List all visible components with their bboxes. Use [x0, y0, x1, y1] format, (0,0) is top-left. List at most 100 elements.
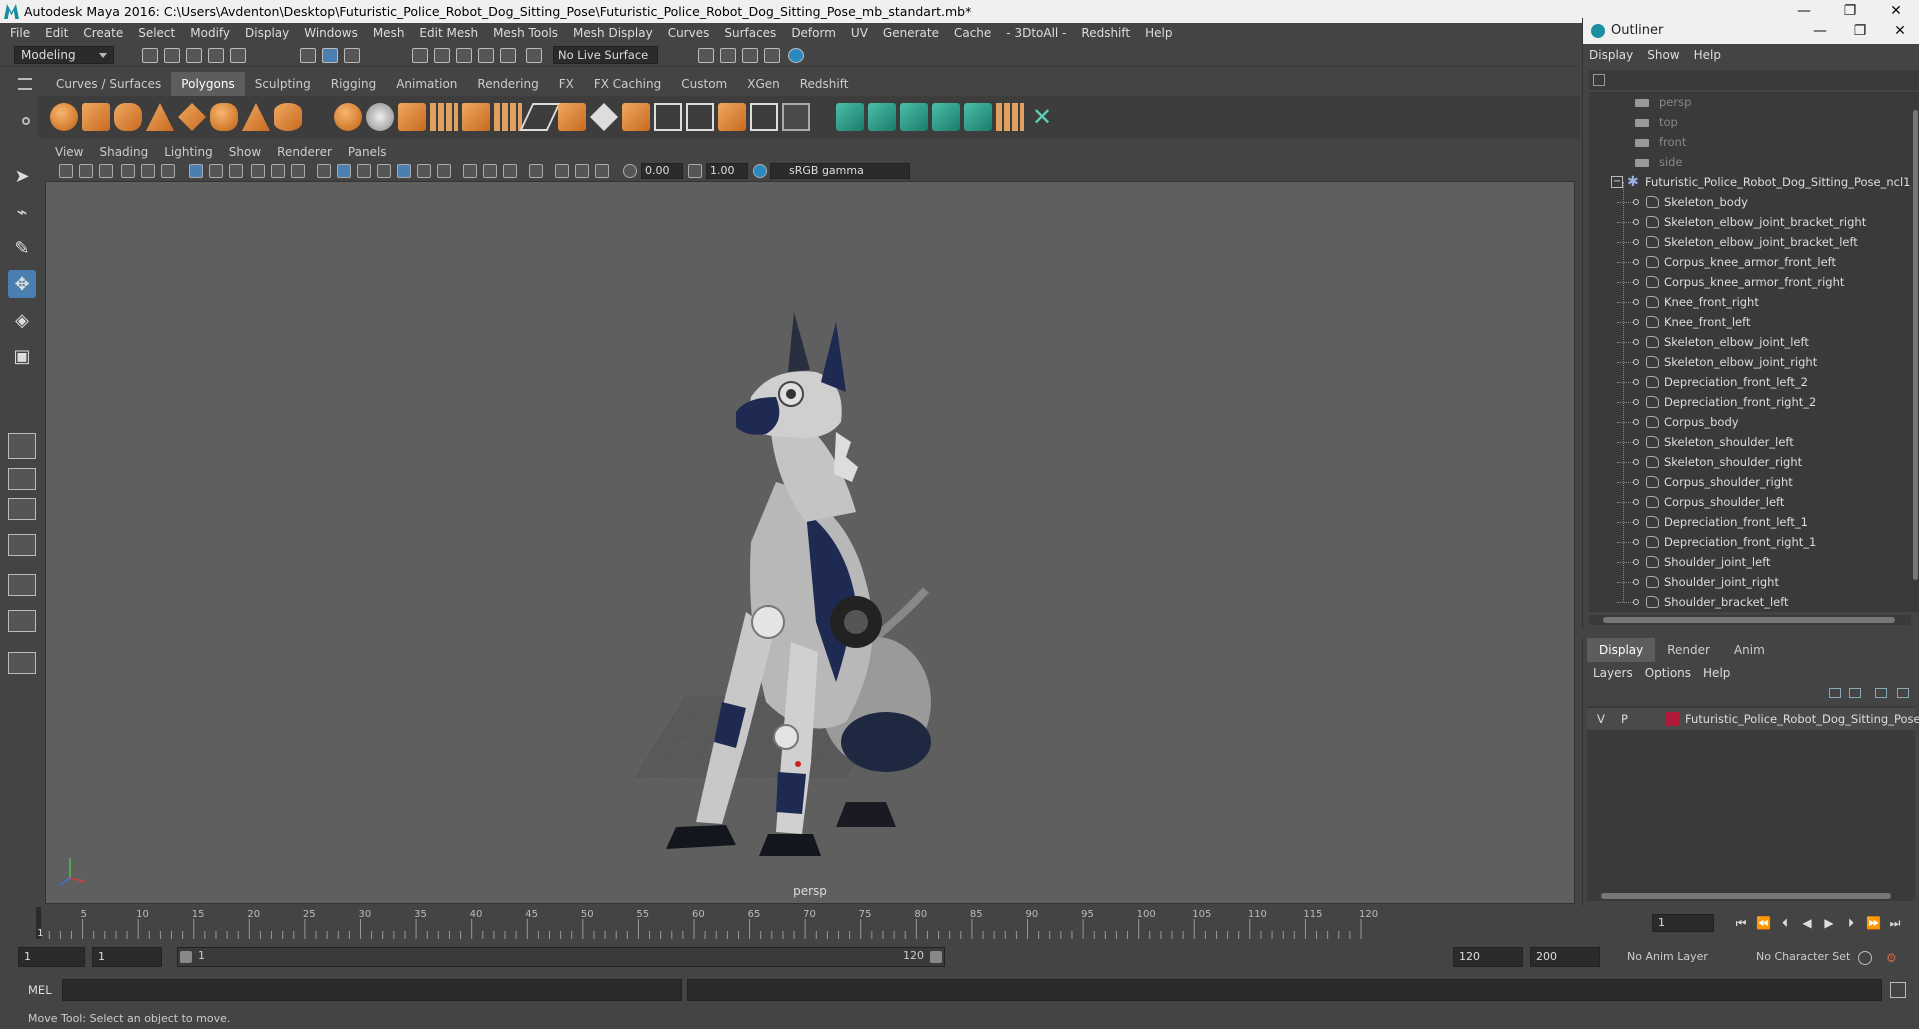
poly-cube-icon[interactable] — [82, 103, 110, 131]
grease-pencil-icon[interactable] — [161, 164, 175, 178]
poly-pyramid-icon[interactable] — [242, 103, 270, 131]
animation-start-field[interactable]: 1 — [18, 947, 85, 967]
shelf-tab-fx[interactable]: FX — [549, 72, 584, 96]
xray-components-icon[interactable] — [575, 164, 589, 178]
menu-display[interactable]: Display — [245, 26, 289, 40]
poly-sphere-icon[interactable] — [50, 103, 78, 131]
menu-deform[interactable]: Deform — [791, 26, 836, 40]
poly-pipe-icon[interactable] — [274, 103, 302, 131]
gamma-icon[interactable] — [688, 164, 702, 178]
shelf-tab-custom[interactable]: Custom — [671, 72, 737, 96]
fill-hole-icon[interactable] — [622, 103, 650, 131]
ambient-occlusion-icon[interactable] — [463, 164, 477, 178]
menu-mesh-tools[interactable]: Mesh Tools — [493, 26, 558, 40]
render-settings-icon[interactable] — [764, 48, 780, 63]
menu-curves[interactable]: Curves — [668, 26, 710, 40]
grid-toggle-icon[interactable] — [189, 164, 203, 178]
menu-modify[interactable]: Modify — [190, 26, 230, 40]
new-empty-layer-icon[interactable] — [1875, 688, 1887, 698]
merge-icon[interactable] — [590, 103, 618, 131]
live-surface-field[interactable]: No Live Surface — [553, 46, 658, 64]
outliner-vertical-scrollbar[interactable] — [1911, 92, 1919, 612]
new-scene-icon[interactable] — [142, 48, 158, 63]
view-transform-dropdown[interactable]: sRGB gamma — [770, 163, 910, 179]
shelf-settings-icon[interactable] — [22, 117, 30, 125]
menu-generate[interactable]: Generate — [883, 26, 939, 40]
smooth-shade-icon[interactable] — [337, 164, 351, 178]
panel-menu-lighting[interactable]: Lighting — [164, 143, 213, 161]
collapse-toggle-icon[interactable]: − — [1611, 176, 1623, 188]
menu-edit-mesh[interactable]: Edit Mesh — [419, 26, 478, 40]
outliner-item[interactable]: Corpus_knee_armor_front_right — [1589, 272, 1911, 292]
layer-tab-render[interactable]: Render — [1655, 638, 1722, 662]
menu-set-dropdown[interactable]: Modeling — [14, 46, 114, 64]
menu-help[interactable]: Help — [1145, 26, 1172, 40]
outliner-item[interactable]: Corpus_shoulder_right — [1589, 472, 1911, 492]
extract-icon[interactable] — [398, 103, 426, 131]
layer-menu-layers[interactable]: Layers — [1593, 664, 1633, 682]
paint-select-tool-icon[interactable]: ✎ — [8, 234, 36, 262]
smooth-icon[interactable] — [430, 103, 458, 131]
menu-file[interactable]: File — [10, 26, 30, 40]
snap-point-icon[interactable] — [456, 48, 472, 63]
snap-view-icon[interactable] — [478, 48, 494, 63]
layer-row[interactable]: V P Futuristic_Police_Robot_Dog_Sitting_… — [1587, 708, 1919, 730]
playback-end-field[interactable]: 120 — [1453, 947, 1523, 967]
undo-icon[interactable] — [208, 48, 224, 63]
layer-tab-display[interactable]: Display — [1587, 638, 1656, 662]
automatic-mapping-icon[interactable] — [782, 103, 810, 131]
outliner-item[interactable]: Skeleton_body — [1589, 192, 1911, 212]
outliner-camera-persp[interactable]: persp — [1589, 92, 1911, 112]
offset-edge-loop-icon[interactable] — [686, 103, 714, 131]
menu-create[interactable]: Create — [83, 26, 123, 40]
select-component-icon[interactable] — [344, 48, 360, 63]
layer-playback-toggle[interactable]: P — [1621, 708, 1628, 730]
outliner-minimize-button[interactable]: — — [1800, 18, 1840, 44]
shelf-tab-redshift[interactable]: Redshift — [790, 72, 859, 96]
select-camera-icon[interactable] — [59, 164, 73, 178]
outliner-menu-display[interactable]: Display — [1589, 45, 1633, 65]
shelf-tab-fx-caching[interactable]: FX Caching — [584, 72, 671, 96]
separate-icon[interactable] — [366, 103, 394, 131]
outliner-menu-help[interactable]: Help — [1694, 45, 1721, 65]
shelf-tab-xgen[interactable]: XGen — [737, 72, 790, 96]
outliner-item[interactable]: Depreciation_front_right_2 — [1589, 392, 1911, 412]
quad-view-layout-icon[interactable] — [8, 433, 36, 459]
rotate-tool-icon[interactable]: ◈ — [8, 306, 36, 334]
layer-menu-help[interactable]: Help — [1703, 664, 1730, 682]
wireframe-icon[interactable] — [317, 164, 331, 178]
outliner-persp-layout-icon[interactable] — [8, 610, 36, 632]
scale-tool-icon[interactable]: ▣ — [8, 342, 36, 370]
two-d-pan-zoom-icon[interactable] — [141, 164, 155, 178]
isolate-select-icon[interactable] — [529, 164, 543, 178]
menu-uv[interactable]: UV — [851, 26, 868, 40]
panel-menu-renderer[interactable]: Renderer — [277, 143, 332, 161]
insert-edge-loop-icon[interactable] — [654, 103, 682, 131]
outliner-item[interactable]: Depreciation_front_left_1 — [1589, 512, 1911, 532]
redshift-render-icon[interactable] — [836, 103, 864, 131]
menu-edit[interactable]: Edit — [45, 26, 68, 40]
shelf-tab-polygons[interactable]: Polygons — [171, 72, 245, 96]
anti-aliasing-icon[interactable] — [503, 164, 517, 178]
combine-icon[interactable] — [334, 103, 362, 131]
move-layer-up-icon[interactable] — [1829, 688, 1841, 698]
redshift-light-icon[interactable] — [932, 103, 960, 131]
outliner-item[interactable]: Skeleton_elbow_joint_bracket_right — [1589, 212, 1911, 232]
redshift-dome-light-icon[interactable] — [964, 103, 992, 131]
filter-icon[interactable] — [1593, 74, 1605, 86]
gamma-field[interactable]: 1.00 — [706, 163, 748, 179]
panel-menu-panels[interactable]: Panels — [348, 143, 387, 161]
snap-surface-icon[interactable] — [500, 48, 516, 63]
render-view-icon[interactable] — [698, 48, 714, 63]
layer-menu-options[interactable]: Options — [1645, 664, 1691, 682]
command-input[interactable] — [62, 979, 682, 1001]
resolution-gate-icon[interactable] — [229, 164, 243, 178]
four-panel-layout-icon[interactable] — [8, 468, 36, 490]
motion-blur-icon[interactable] — [483, 164, 497, 178]
layer-name[interactable]: Futuristic_Police_Robot_Dog_Sitting_Pose — [1685, 708, 1919, 730]
script-language-toggle[interactable]: MEL — [28, 983, 52, 997]
extrude-icon[interactable] — [462, 103, 490, 131]
panel-menu-show[interactable]: Show — [229, 143, 261, 161]
snap-grid-icon[interactable] — [412, 48, 428, 63]
image-plane-icon[interactable] — [121, 164, 135, 178]
